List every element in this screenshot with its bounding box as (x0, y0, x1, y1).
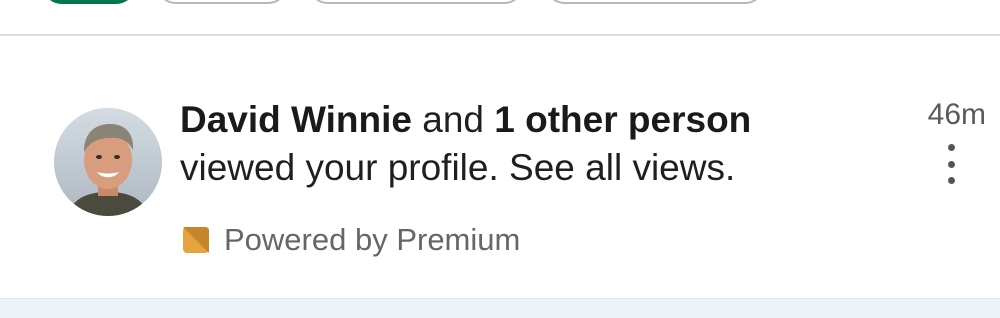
filter-chip-3[interactable] (308, 0, 524, 4)
filter-chip-4[interactable] (545, 0, 765, 4)
dot (947, 177, 955, 184)
conjunction-text: and (411, 99, 495, 140)
others-count[interactable]: 1 other person (494, 99, 751, 140)
dot (947, 144, 955, 151)
actor-name[interactable]: David Winnie (180, 99, 412, 140)
notification-message: viewed your profile. See all views. (180, 147, 736, 188)
more-vertical-icon[interactable] (936, 144, 966, 184)
premium-attribution: Powered by Premium (182, 220, 520, 260)
dot (947, 160, 955, 168)
notification-item[interactable]: David Winnie and 1 other person viewed y… (0, 36, 1000, 298)
powered-by-text: Powered by Premium (224, 222, 521, 257)
person-avatar (54, 108, 162, 216)
avatar[interactable] (54, 108, 162, 216)
notifications-page: David Winnie and 1 other person viewed y… (0, 0, 1000, 318)
timestamp: 46m (927, 98, 986, 131)
filter-chip-2[interactable] (156, 0, 288, 4)
filter-chips (0, 0, 1000, 34)
notification-text[interactable]: David Winnie and 1 other person viewed y… (180, 96, 880, 192)
filter-chip-all[interactable] (42, 0, 136, 4)
premium-icon (183, 227, 209, 253)
next-notification-item[interactable] (0, 298, 1000, 318)
